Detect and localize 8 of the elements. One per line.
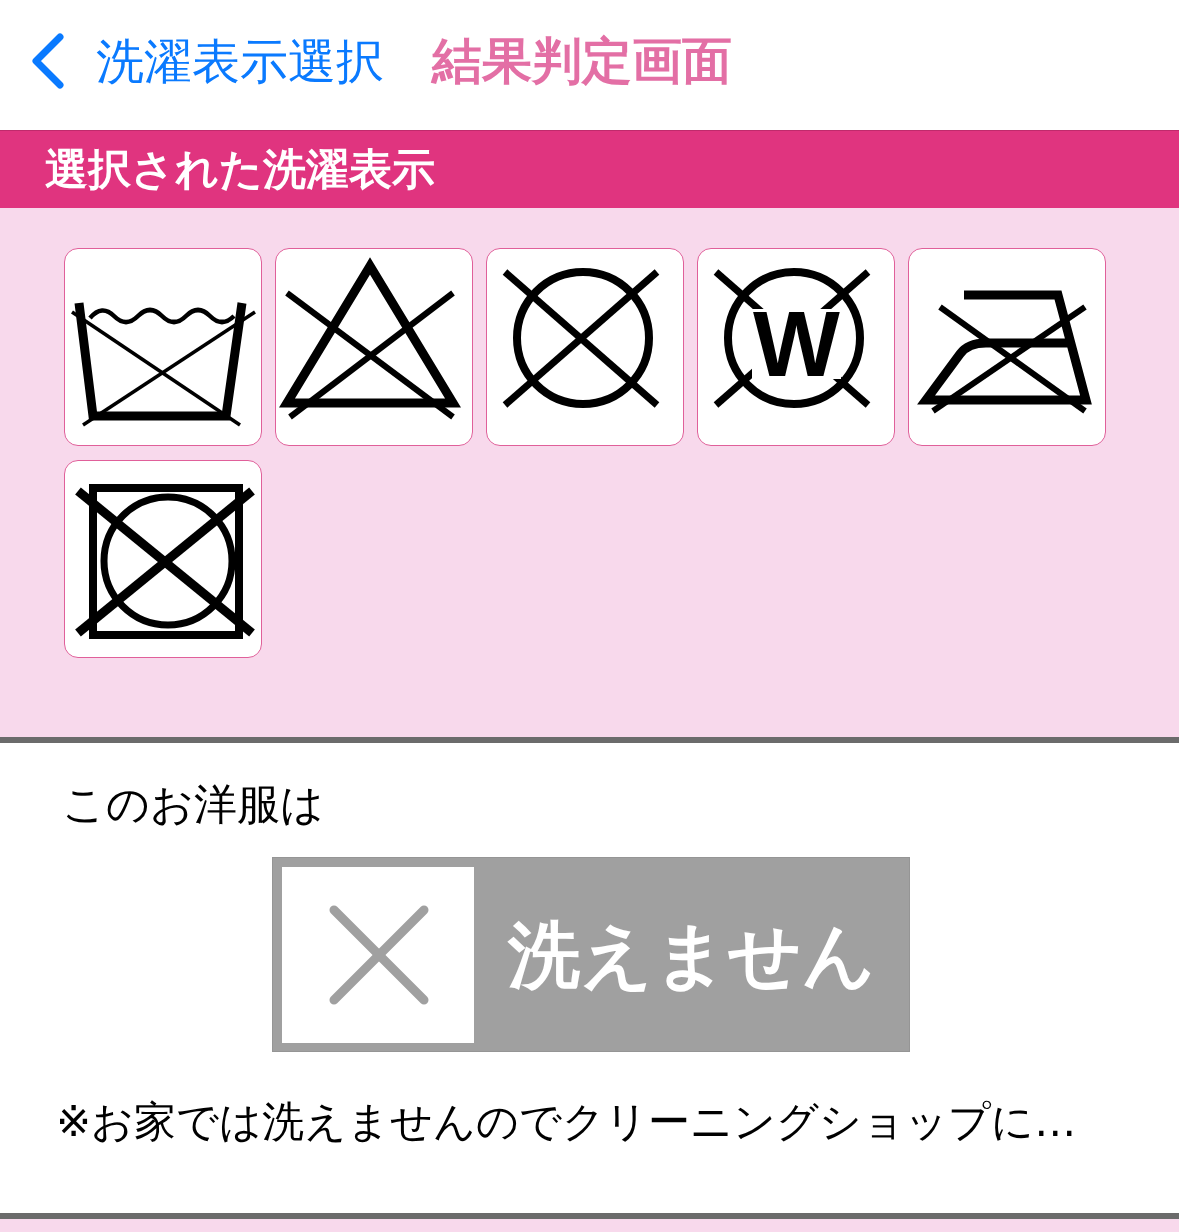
back-button[interactable]: 洗濯表示選択 <box>28 32 384 90</box>
screen-title: 結果判定画面 <box>432 36 732 86</box>
verdict-text: 洗えません <box>507 918 876 991</box>
symbol-letter: W <box>752 309 841 379</box>
square-circle-crossed-icon <box>74 482 256 640</box>
section-title: 選択された洗濯表示 <box>45 148 435 191</box>
note-text: ※お家では洗えませんのでクリーニングショップに… <box>56 1096 1077 1148</box>
intro-text: このお洋服は <box>62 779 324 829</box>
